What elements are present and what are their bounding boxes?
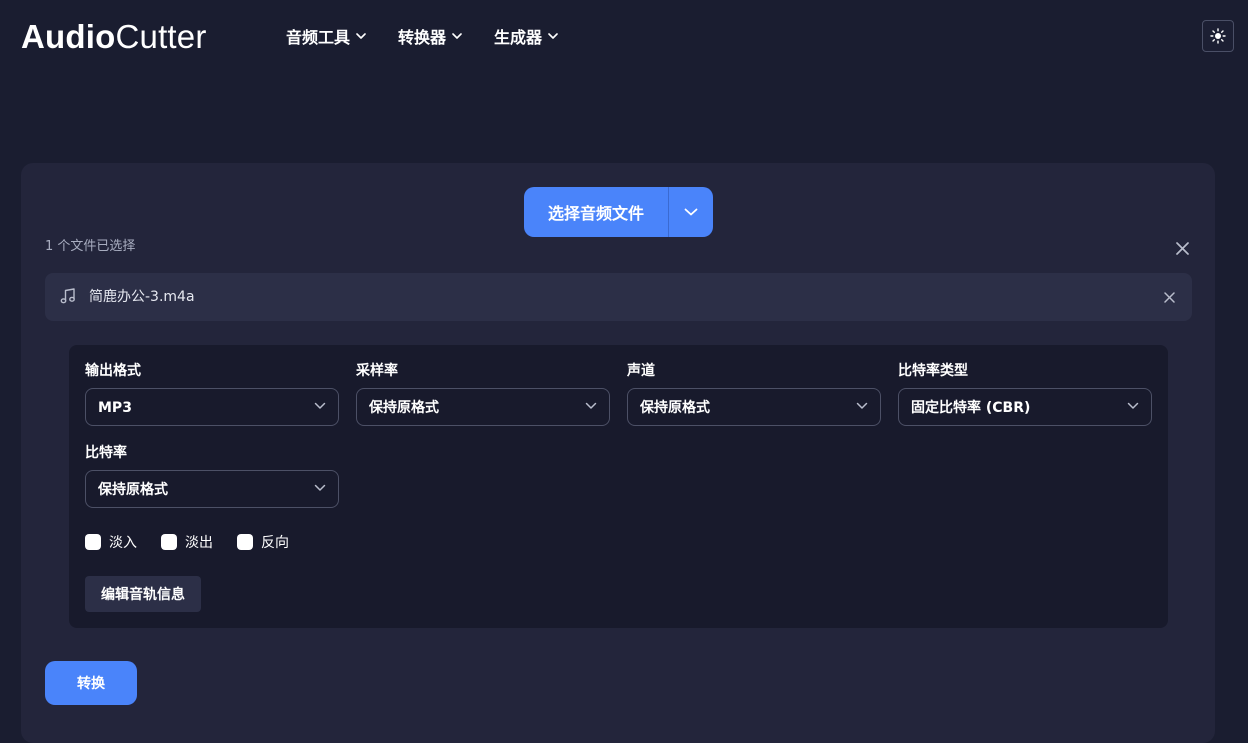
- nav-audio-tools-label: 音频工具: [286, 28, 351, 47]
- top-header: AudioCutter 音频工具 转换器 生成器: [0, 0, 1248, 76]
- choose-audio-file-button[interactable]: 选择音频文件: [524, 187, 668, 237]
- remove-file-button[interactable]: [1159, 287, 1179, 307]
- file-list-item: 简鹿办公-3.m4a: [45, 273, 1192, 321]
- chevron-down-icon: [452, 33, 462, 39]
- selected-files-count: 1 个文件已选择: [45, 239, 136, 254]
- conversion-options-panel: 输出格式 MP3 采样率 保持原格式 声道 保持原格式 比特率类型 固定比特率 …: [69, 345, 1168, 628]
- pick-source-dropdown-button[interactable]: [669, 187, 713, 237]
- nav-audio-tools[interactable]: 音频工具: [286, 24, 366, 48]
- logo-bold-text: Audio: [21, 18, 116, 55]
- chevron-down-icon: [314, 484, 326, 491]
- reverse-label: 反向: [261, 535, 289, 551]
- channels-value: 保持原格式: [640, 400, 710, 416]
- sample-rate-select[interactable]: 保持原格式: [356, 388, 610, 426]
- reverse-checkbox-box[interactable]: [237, 534, 253, 550]
- bitrate-select[interactable]: 保持原格式: [85, 470, 339, 508]
- close-icon: [1175, 241, 1189, 255]
- chevron-down-icon: [856, 402, 868, 409]
- bitrate-value: 保持原格式: [98, 482, 168, 498]
- nav-converters-label: 转换器: [398, 28, 447, 47]
- fade-in-label: 淡入: [109, 535, 137, 551]
- output-format-value: MP3: [98, 400, 132, 416]
- fade-out-checkbox-box[interactable]: [161, 534, 177, 550]
- sample-rate-value: 保持原格式: [369, 400, 439, 416]
- fade-out-label: 淡出: [185, 535, 213, 551]
- chevron-down-icon: [314, 402, 326, 409]
- music-note-icon: [59, 287, 77, 309]
- file-name: 简鹿办公-3.m4a: [89, 289, 195, 305]
- chevron-down-icon: [585, 402, 597, 409]
- bitrate-type-select[interactable]: 固定比特率 (CBR): [898, 388, 1152, 426]
- channels-select[interactable]: 保持原格式: [627, 388, 881, 426]
- chevron-down-icon: [1127, 402, 1139, 409]
- chevron-down-icon: [548, 33, 558, 39]
- pick-file-button-group: 选择音频文件: [524, 187, 713, 237]
- clear-all-files-button[interactable]: [1172, 238, 1192, 258]
- channels-label: 声道: [627, 363, 655, 379]
- bitrate-type-value: 固定比特率 (CBR): [911, 400, 1031, 416]
- output-format-label: 输出格式: [85, 363, 141, 379]
- bitrate-type-label: 比特率类型: [898, 363, 968, 379]
- sun-icon: [1210, 28, 1226, 44]
- theme-toggle-button[interactable]: [1202, 20, 1234, 52]
- convert-button[interactable]: 转换: [45, 661, 137, 705]
- logo[interactable]: AudioCutter: [21, 17, 207, 57]
- close-icon: [1163, 291, 1175, 303]
- fade-in-checkbox[interactable]: 淡入: [85, 532, 137, 552]
- bitrate-label: 比特率: [85, 445, 127, 461]
- chevron-down-icon: [684, 208, 698, 216]
- chevron-down-icon: [356, 33, 366, 39]
- sample-rate-label: 采样率: [356, 363, 398, 379]
- nav-converters[interactable]: 转换器: [398, 24, 462, 48]
- converter-card: 选择音频文件 1 个文件已选择 简鹿办公-3.m4a 输出格式 MP3 采样率: [21, 163, 1215, 743]
- output-format-select[interactable]: MP3: [85, 388, 339, 426]
- fade-in-checkbox-box[interactable]: [85, 534, 101, 550]
- logo-light-text: Cutter: [115, 18, 207, 55]
- nav-generators-label: 生成器: [494, 28, 543, 47]
- fade-out-checkbox[interactable]: 淡出: [161, 532, 213, 552]
- edit-track-info-button[interactable]: 编辑音轨信息: [85, 576, 201, 612]
- reverse-checkbox[interactable]: 反向: [237, 532, 289, 552]
- nav-generators[interactable]: 生成器: [494, 24, 558, 48]
- main-nav: 音频工具 转换器 生成器: [286, 24, 590, 48]
